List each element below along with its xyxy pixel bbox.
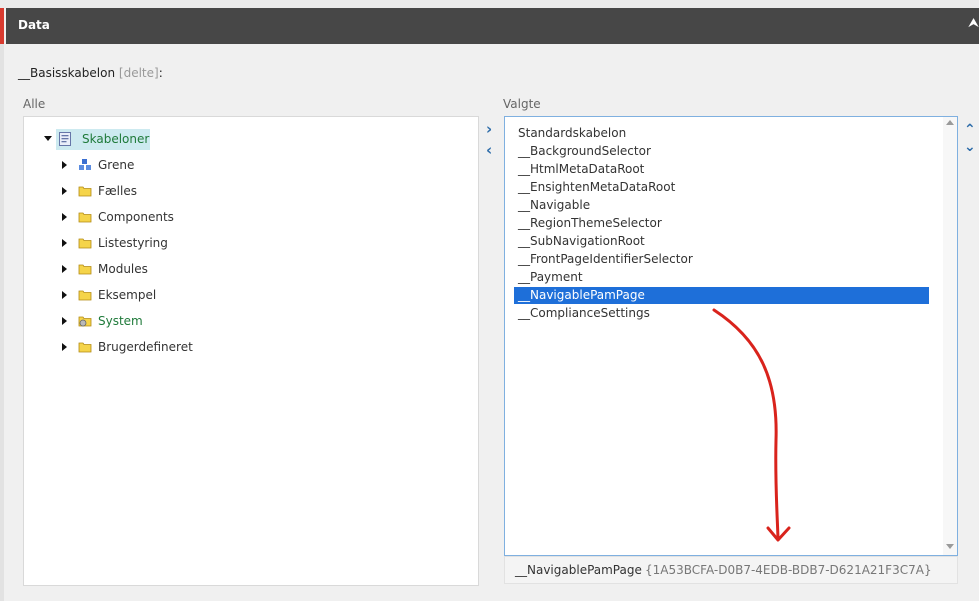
expand-arrow-icon[interactable] [62, 343, 67, 351]
tree-item[interactable]: Modules [60, 260, 260, 278]
field-suffix: : [158, 66, 163, 80]
selected-list-item[interactable]: __ComplianceSettings [514, 305, 929, 322]
template-icon [58, 132, 72, 146]
selected-item-id: {1A53BCFA-D0B7-4EDB-BDB7-D621A21F3C7A} [645, 563, 932, 577]
expand-arrow-icon[interactable] [62, 317, 67, 325]
selected-item-name: __NavigablePamPage [515, 563, 642, 577]
expand-arrow-icon[interactable] [62, 265, 67, 273]
scroll-up-icon[interactable] [946, 120, 954, 125]
accent-bar [0, 8, 4, 44]
selected-list-item[interactable]: Standardskabelon [514, 125, 929, 142]
selected-list-item[interactable]: __EnsightenMetaDataRoot [514, 179, 929, 196]
tree-item-label: Fælles [98, 184, 137, 198]
branch-icon [78, 158, 92, 172]
selected-list-item[interactable]: __Navigable [514, 197, 929, 214]
move-down-icon[interactable]: ⌄ [964, 140, 976, 154]
tree-item-label: Components [98, 210, 174, 224]
add-arrow-icon[interactable]: › [486, 122, 492, 137]
field-label: __Basisskabelon [delte]: [18, 66, 163, 80]
expand-arrow-icon[interactable] [62, 161, 67, 169]
share-label: [delte] [118, 66, 159, 80]
selected-list-item[interactable]: __FrontPageIdentifierSelector [514, 251, 929, 268]
tree-item[interactable]: Listestyring [60, 234, 260, 252]
folder-icon [78, 340, 92, 354]
selected-list-item[interactable]: __BackgroundSelector [514, 143, 929, 160]
selected-list-scrollbar[interactable] [943, 117, 957, 555]
chevron-double-up-icon[interactable]: ⮝ [968, 16, 979, 31]
tree-item-label: Brugerdefineret [98, 340, 193, 354]
folder-icon [78, 262, 92, 276]
selected-list-item[interactable]: __RegionThemeSelector [514, 215, 929, 232]
tree-item[interactable]: Eksempel [60, 286, 260, 304]
tree-item-label: Listestyring [98, 236, 168, 250]
folder-icon [78, 184, 92, 198]
tree-item-label: Eksempel [98, 288, 157, 302]
expand-arrow-icon[interactable] [62, 239, 67, 247]
folder-icon [78, 288, 92, 302]
top-strip [0, 0, 979, 8]
tree-item[interactable]: Components [60, 208, 260, 226]
all-label: Alle [23, 97, 46, 111]
selected-list-item[interactable]: __Payment [514, 269, 929, 286]
left-gutter [0, 8, 4, 601]
scroll-down-icon[interactable] [946, 544, 954, 549]
selected-list-item[interactable]: __HtmlMetaDataRoot [514, 161, 929, 178]
expand-arrow-icon[interactable] [62, 187, 67, 195]
section-title: Data [18, 18, 50, 32]
selected-label: Valgte [503, 97, 541, 111]
expand-arrow-icon[interactable] [62, 213, 67, 221]
system-folder-icon [78, 314, 92, 328]
tree-item[interactable]: Fælles [60, 182, 260, 200]
selected-list-item[interactable]: __SubNavigationRoot [514, 233, 929, 250]
tree-item[interactable]: Brugerdefineret [60, 338, 260, 356]
folder-icon [78, 210, 92, 224]
move-up-icon[interactable]: ⌃ [964, 123, 976, 137]
selected-item-info: __NavigablePamPage {1A53BCFA-D0B7-4EDB-B… [504, 556, 958, 584]
field-name: __Basisskabelon [18, 66, 116, 80]
tree-root-label: Skabeloner [82, 132, 150, 146]
remove-arrow-icon[interactable]: ‹ [486, 143, 492, 158]
tree-root-skabeloner[interactable]: Skabeloner [44, 130, 164, 148]
collapse-arrow-icon[interactable] [44, 136, 52, 141]
tree-item[interactable]: Grene [60, 156, 260, 174]
selected-list-item[interactable]: __NavigablePamPage [514, 287, 929, 304]
section-header[interactable]: Data ⮝ [6, 8, 979, 44]
tree-item-label: System [98, 314, 143, 328]
tree-item-label: Grene [98, 158, 135, 172]
tree-item[interactable]: System [60, 312, 260, 330]
expand-arrow-icon[interactable] [62, 291, 67, 299]
folder-icon [78, 236, 92, 250]
tree-item-label: Modules [98, 262, 148, 276]
